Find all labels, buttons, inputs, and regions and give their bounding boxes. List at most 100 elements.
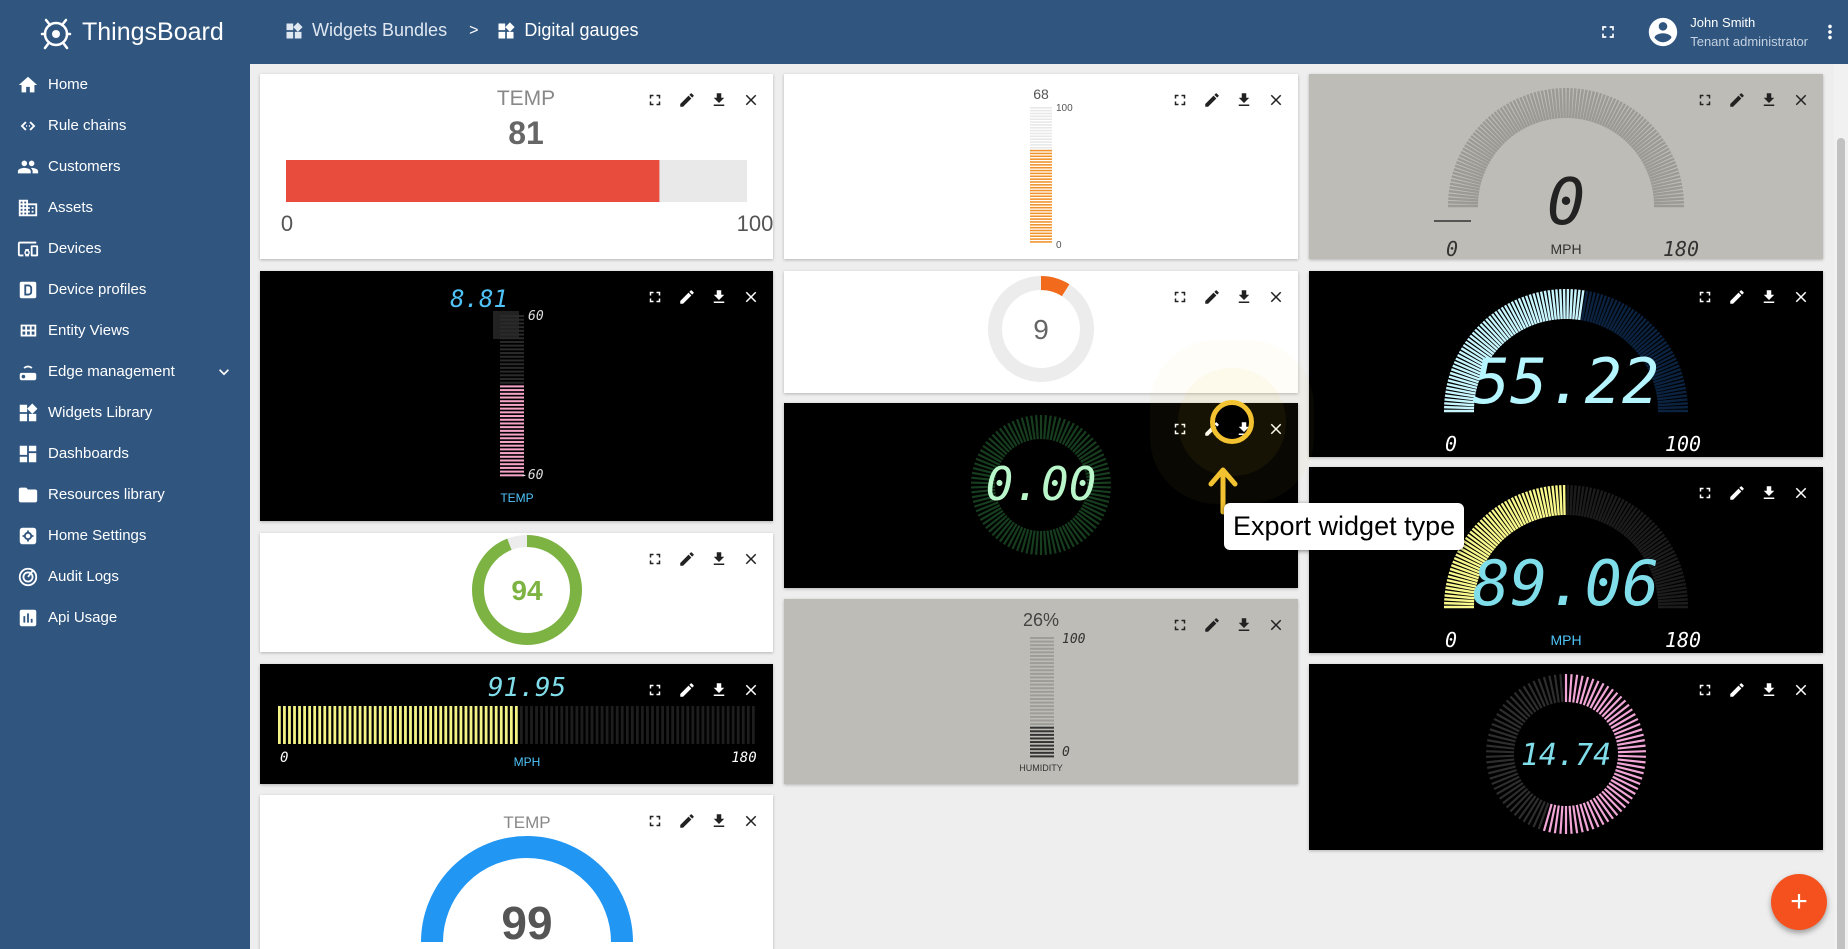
export-widget-button[interactable] bbox=[707, 678, 731, 702]
tick bbox=[1030, 415, 1036, 440]
scrollbar-thumb[interactable] bbox=[1837, 138, 1845, 949]
widget-vertical-bar[interactable]: 68 100 0 bbox=[784, 74, 1298, 259]
widget-donut-gauge[interactable]: 9 bbox=[784, 271, 1298, 393]
delete-widget-button[interactable] bbox=[1789, 678, 1813, 702]
sidebar-item-entity-views[interactable]: Entity Views bbox=[0, 310, 250, 351]
delete-widget-button[interactable] bbox=[1264, 285, 1288, 309]
delete-widget-button[interactable] bbox=[739, 88, 763, 112]
sidebar-item-edge-management[interactable]: Edge management bbox=[0, 351, 250, 392]
delete-widget-button[interactable] bbox=[739, 547, 763, 571]
edit-widget-button[interactable] bbox=[1725, 285, 1749, 309]
export-widget-button[interactable] bbox=[1757, 88, 1781, 112]
widget-round-digital-gauge-pink[interactable]: 14.74 bbox=[1309, 664, 1823, 850]
sidebar-item-audit-logs[interactable]: Audit Logs bbox=[0, 556, 250, 597]
delete-widget-button[interactable] bbox=[1264, 417, 1288, 441]
export-widget-button[interactable] bbox=[707, 547, 731, 571]
fullscreen-widget-button[interactable] bbox=[1168, 613, 1192, 637]
widget-digital-thermometer[interactable]: 8.81 60 -60 TEMP bbox=[260, 271, 773, 521]
tick bbox=[1559, 805, 1564, 834]
edit-widget-button[interactable] bbox=[1200, 613, 1224, 637]
export-widget-button[interactable] bbox=[707, 285, 731, 309]
fullscreen-widget-button[interactable] bbox=[1168, 88, 1192, 112]
edit-widget-button[interactable] bbox=[675, 285, 699, 309]
fullscreen-widget-button[interactable] bbox=[643, 285, 667, 309]
bar-segment bbox=[1030, 118, 1052, 120]
bar-segment bbox=[590, 706, 594, 744]
fullscreen-widget-button[interactable] bbox=[643, 809, 667, 833]
bar-segment bbox=[1030, 708, 1054, 711]
add-widget-button[interactable]: + bbox=[1771, 874, 1827, 930]
sidebar-item-customers[interactable]: Customers bbox=[0, 146, 250, 187]
fullscreen-widget-button[interactable] bbox=[643, 678, 667, 702]
widget-humidity-bar[interactable]: 26% 100 0 HUMIDITY bbox=[784, 599, 1298, 784]
sidebar-item-rule-chains[interactable]: Rule chains bbox=[0, 105, 250, 146]
sidebar-item-devices[interactable]: Devices bbox=[0, 228, 250, 269]
fullscreen-widget-button[interactable] bbox=[1693, 678, 1717, 702]
edit-widget-button[interactable] bbox=[1200, 285, 1224, 309]
edit-widget-button[interactable] bbox=[675, 678, 699, 702]
chevron-down-icon bbox=[219, 368, 229, 375]
fullscreen-widget-button[interactable] bbox=[1693, 88, 1717, 112]
delete-widget-button[interactable] bbox=[1264, 613, 1288, 637]
delete-widget-button[interactable] bbox=[739, 809, 763, 833]
bar-segment bbox=[283, 706, 286, 744]
delete-widget-button[interactable] bbox=[1789, 285, 1813, 309]
widget-horizontal-bar[interactable]: TEMP 81 0 100 bbox=[260, 74, 773, 259]
delete-widget-button[interactable] bbox=[1789, 481, 1813, 505]
widget-horizontal-digital-bar[interactable]: 91.95 0 MPH 180 bbox=[260, 664, 773, 784]
segmented-bar bbox=[278, 706, 755, 744]
export-widget-button[interactable] bbox=[1757, 481, 1781, 505]
sidebar-item-home-settings[interactable]: Home Settings bbox=[0, 515, 250, 556]
edit-widget-button[interactable] bbox=[1200, 88, 1224, 112]
app-name: ThingsBoard bbox=[82, 17, 224, 46]
widget-digital-speedometer[interactable]: 0 MPH 0 180 bbox=[1309, 74, 1823, 259]
app-logo[interactable]: ThingsBoard bbox=[36, 12, 224, 52]
fullscreen-widget-button[interactable] bbox=[1693, 285, 1717, 309]
edit-widget-button[interactable] bbox=[1725, 481, 1749, 505]
delete-widget-button[interactable] bbox=[1264, 88, 1288, 112]
fullscreen-button[interactable] bbox=[1596, 20, 1620, 44]
fullscreen-widget-button[interactable] bbox=[1168, 285, 1192, 309]
export-widget-button[interactable] bbox=[1232, 613, 1256, 637]
fullscreen-widget-button[interactable] bbox=[1168, 417, 1192, 441]
audit-icon bbox=[16, 565, 40, 589]
delete-widget-button[interactable] bbox=[1789, 88, 1813, 112]
edit-widget-button[interactable] bbox=[1725, 678, 1749, 702]
sidebar-item-widgets-library[interactable]: Widgets Library bbox=[0, 392, 250, 433]
tick bbox=[1657, 601, 1688, 606]
export-widget-button[interactable] bbox=[707, 809, 731, 833]
export-widget-button[interactable] bbox=[1232, 88, 1256, 112]
user-menu[interactable]: John Smith Tenant administrator bbox=[1646, 13, 1808, 51]
sidebar-item-home[interactable]: Home bbox=[0, 64, 250, 105]
delete-widget-button[interactable] bbox=[739, 285, 763, 309]
sidebar-item-api-usage[interactable]: Api Usage bbox=[0, 597, 250, 638]
export-widget-button[interactable] bbox=[1757, 285, 1781, 309]
gauge-min: 0 bbox=[1446, 237, 1458, 259]
widget-digital-speedometer-yellow[interactable]: 89.06 MPH 0 180 bbox=[1309, 467, 1823, 653]
sidebar-item-assets[interactable]: Assets bbox=[0, 187, 250, 228]
fullscreen-widget-button[interactable] bbox=[643, 547, 667, 571]
edit-widget-button[interactable] bbox=[675, 547, 699, 571]
fullscreen-widget-button[interactable] bbox=[643, 88, 667, 112]
bar-segment bbox=[666, 706, 670, 744]
export-widget-button[interactable] bbox=[1757, 678, 1781, 702]
edit-widget-button[interactable] bbox=[675, 88, 699, 112]
edit-widget-button[interactable] bbox=[1725, 88, 1749, 112]
bar-segment bbox=[500, 448, 524, 451]
more-menu-button[interactable] bbox=[1812, 12, 1848, 52]
breadcrumb-widgets-bundles[interactable]: Widgets Bundles bbox=[284, 20, 447, 41]
widget-donut-gauge-green[interactable]: 94 bbox=[260, 533, 773, 652]
widget-arc-gauge[interactable]: TEMP 99 bbox=[260, 795, 773, 949]
export-widget-button[interactable] bbox=[707, 88, 731, 112]
scrollbar[interactable] bbox=[1834, 64, 1848, 949]
sidebar-item-resources-library[interactable]: Resources library bbox=[0, 474, 250, 515]
edit-widget-button[interactable] bbox=[675, 809, 699, 833]
fullscreen-widget-button[interactable] bbox=[1693, 481, 1717, 505]
widget-digital-speedometer-cyan[interactable]: 55.22 0 100 bbox=[1309, 271, 1823, 457]
export-widget-button[interactable] bbox=[1232, 285, 1256, 309]
sidebar-item-dashboards[interactable]: Dashboards bbox=[0, 433, 250, 474]
delete-widget-button[interactable] bbox=[739, 678, 763, 702]
sidebar-item-device-profiles[interactable]: Device profiles bbox=[0, 269, 250, 310]
edit-icon bbox=[1730, 290, 1744, 304]
tick bbox=[1558, 289, 1563, 320]
